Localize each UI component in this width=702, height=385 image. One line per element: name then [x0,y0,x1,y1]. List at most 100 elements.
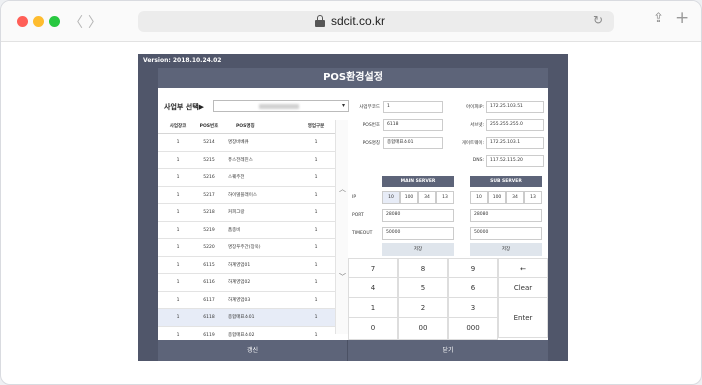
sub-ip-octet-1[interactable]: 10 [470,191,488,204]
pos-name-label: POS명칭 [362,141,380,146]
biz-code-label: 사업부코드 [359,105,380,110]
pos-settings-form: 사업부코드 1 POS번호 6118 POS명칭 종합매표소01 아이피IP: … [352,96,548,258]
row-pos-no: 5218 [203,210,215,215]
business-select[interactable]: ▾ [213,100,349,112]
key-4[interactable]: 4 [348,278,398,298]
row-pos-name: 품종비 [228,227,241,233]
subnet-field[interactable]: 255.255.255.0 [486,119,544,131]
key-9[interactable]: 9 [448,258,498,278]
scroll-up-icon[interactable]: ︿ [339,184,346,194]
sub-ip-octet-3[interactable]: 34 [506,191,524,204]
pos-name-field[interactable]: 종합매표소01 [383,137,443,149]
minimize-window-button[interactable] [33,16,44,27]
key-8[interactable]: 8 [398,258,448,278]
key-2[interactable]: 2 [398,298,448,318]
browser-toolbar: 〈 〉 sdcit.co.kr ↻ ⇪ + [1,1,701,42]
main-ip-octet-2[interactable]: 100 [400,191,418,204]
row-pos-no: 5219 [203,227,215,233]
scroll-down-icon[interactable]: ﹀ [339,272,346,282]
gateway-label: 게이트웨이: [461,141,484,146]
my-ip-field[interactable]: 172.25.103.51 [486,101,544,113]
key-3[interactable]: 3 [448,298,498,318]
row-pos-name: 종합매표소01 [228,315,255,320]
main-ip-octet-3[interactable]: 34 [418,191,436,204]
row-pos-no: 6115 [203,262,215,268]
my-ip-label: 아이피IP: [466,105,484,110]
table-row[interactable]: 1 5218 커피그랑 1 [158,204,335,222]
new-tab-icon[interactable]: + [675,8,689,28]
share-icon[interactable]: ⇪ [653,11,664,26]
browser-window: 〈 〉 sdcit.co.kr ↻ ⇪ + Version: 2018.10.2… [0,0,702,385]
key-6[interactable]: 6 [448,278,498,298]
row-biz-code: 1 [176,157,180,163]
close-button[interactable]: 닫기 [348,340,548,361]
pos-no-field[interactable]: 6118 [383,119,443,131]
row-biz-code: 1 [176,192,180,198]
main-ip-octet-4[interactable]: 13 [436,191,454,204]
key-000[interactable]: 000 [448,318,498,340]
table-row[interactable]: 1 5219 품종비 1 [158,221,335,239]
main-ip-octet-1[interactable]: 10 [382,191,400,204]
table-row[interactable]: 1 6116 하계영업02 1 [158,274,335,292]
row-pos-name: 퓨스전레진스 [228,157,253,163]
sub-ip-octet-4[interactable]: 13 [524,191,542,204]
pos-no-label: POS번호 [362,123,380,128]
row-pos-name: 명장푸주간(장욱) [228,245,261,250]
settings-panel: 사업부 선택▶ ▾ 사업장코드 POS번호 POS명칭 영업구분 15214명장… [158,88,548,344]
key-1[interactable]: 1 [348,298,398,318]
table-row[interactable]: 1 5214 명장바베큐 1 [158,134,335,152]
header-pos-name: POS명칭 [236,124,255,129]
main-timeout-field[interactable]: 50000 [382,227,454,240]
row-sales-type: 1 [314,157,318,163]
main-port-field[interactable]: 28080 [382,209,454,222]
table-row[interactable]: 1 5216 스퀘주전 1 [158,169,335,187]
sub-ip-octet-2[interactable]: 100 [488,191,506,204]
backspace-key[interactable]: ← [498,258,548,278]
maximize-window-button[interactable] [49,16,60,27]
chevron-left-icon[interactable]: 〈 [69,12,83,32]
chevron-down-icon: ▾ [341,102,345,109]
biz-code-field[interactable]: 1 [383,101,443,113]
key-5[interactable]: 5 [398,278,448,298]
key-7[interactable]: 7 [348,258,398,278]
row-pos-no: 6116 [203,280,215,285]
row-sales-type: 1 [314,297,318,303]
key-00[interactable]: 00 [398,318,448,340]
row-pos-name: 하이델플래이스 [228,192,257,198]
close-window-button[interactable] [17,16,28,27]
table-row[interactable]: 1 5215 퓨스전레진스 1 [158,151,335,169]
key-0[interactable]: 0 [348,318,398,340]
row-sales-type: 1 [314,210,318,215]
refresh-button[interactable]: 갱신 [158,340,347,361]
gateway-field[interactable]: 172.25.103.1 [486,137,544,149]
table-row[interactable]: 1 6117 하계영업03 1 [158,291,335,309]
table-row[interactable]: 1 5217 하이델플래이스 1 [158,186,335,204]
enter-key[interactable]: Enter [498,298,548,338]
row-biz-code: 1 [176,140,180,145]
row-pos-name: 커피그랑 [228,210,245,215]
row-pos-name: 하계영업02 [228,280,251,285]
dns-field[interactable]: 117.52.115.20 [486,155,544,167]
row-biz-code: 1 [176,227,180,233]
row-sales-type: 1 [314,175,318,180]
clear-key[interactable]: Clear [498,278,548,298]
sub-timeout-field[interactable]: 50000 [470,227,542,240]
list-scrollbar[interactable]: ︿ ﹀ [335,120,348,334]
main-save-button[interactable]: 저장 [382,243,454,256]
table-row[interactable]: 1 6118 종합매표소01 1 [158,309,335,327]
row-pos-name: 명장바베큐 [228,140,249,145]
bottom-bar: 갱신 닫기 [158,340,548,361]
row-biz-code: 1 [176,297,180,303]
header-sales-type: 영업구분 [307,124,325,129]
sub-save-button[interactable]: 저장 [470,243,542,256]
reload-icon[interactable]: ↻ [593,13,603,27]
sub-port-field[interactable]: 28080 [470,209,542,222]
pos-list: 사업장코드 POS번호 POS명칭 영업구분 1 5214 명장바베큐 1 1 5215 퓨… [158,120,335,344]
address-bar[interactable]: sdcit.co.kr ↻ [138,11,614,32]
row-sales-type: 1 [314,245,318,250]
chevron-right-icon[interactable]: 〉 [88,12,102,32]
table-row[interactable]: 1 5220 명장푸주간(장욱) 1 [158,239,335,257]
business-select-label: 사업부 선택▶ [164,103,205,111]
table-row[interactable]: 1 6115 하계영업01 1 [158,256,335,274]
row-pos-no: 6118 [203,315,215,320]
